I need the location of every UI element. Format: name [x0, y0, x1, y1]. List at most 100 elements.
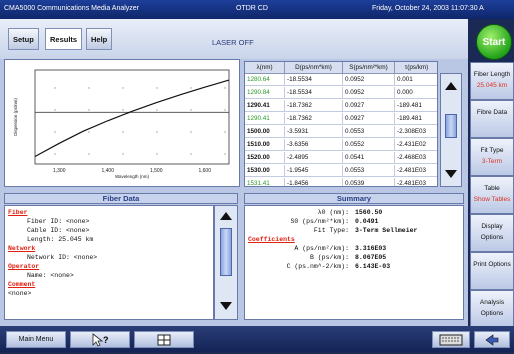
grid-button[interactable] — [134, 331, 194, 348]
summary-value: 8.067E05 — [355, 254, 387, 261]
summary-key: Fit Type: — [313, 227, 349, 234]
summary-value: 6.143E-03 — [355, 263, 391, 270]
scroll-thumb[interactable] — [445, 114, 457, 138]
table-cell[interactable]: -2.481E03 — [395, 178, 437, 186]
table-cell[interactable]: -3.6356 — [285, 139, 343, 151]
table-cell[interactable]: 1280.64 — [245, 74, 285, 86]
side-button[interactable]: Display Options — [470, 214, 514, 252]
side-button[interactable]: Fiber Length 25.045 km — [470, 62, 514, 100]
table-cell[interactable]: 0.0553 — [343, 165, 395, 177]
table-cell[interactable]: -189.481 — [395, 100, 437, 112]
grid-dot — [190, 109, 192, 111]
table-cell[interactable]: -3.5931 — [285, 126, 343, 138]
side-button[interactable]: Table Show Tables — [470, 176, 514, 214]
side-button[interactable]: Fibre Data — [470, 100, 514, 138]
side-button[interactable]: Print Options — [470, 252, 514, 290]
table-cell[interactable]: 1520.00 — [245, 152, 285, 164]
table-cell[interactable]: -2.4895 — [285, 152, 343, 164]
table-cell[interactable]: 0.0553 — [343, 126, 395, 138]
tab-results[interactable]: Results — [45, 28, 83, 50]
table-cell[interactable]: 1510.00 — [245, 139, 285, 151]
dispersion-chart: 1,300 1,400 1,500 1,600 Wavelength (nm) Dispe… — [13, 69, 230, 179]
side-button-label: Print Options — [473, 261, 511, 268]
summary-key: A (ps/nm²/km): — [294, 245, 349, 252]
table-cell[interactable]: 0.0952 — [343, 74, 395, 86]
summary-key: λ0 (nm): — [317, 209, 349, 216]
summary-key: C (ps.nm^-2/km): — [286, 263, 349, 270]
table-cell[interactable]: -18.5534 — [285, 87, 343, 99]
grid-dot — [224, 153, 226, 155]
start-button[interactable]: Start — [476, 24, 512, 60]
grid-dot — [54, 153, 56, 155]
keyboard-button[interactable] — [432, 331, 470, 348]
table-cell[interactable]: 0.000 — [395, 87, 437, 99]
table-cell[interactable]: -18.7362 — [285, 100, 343, 112]
fiber-field: Cable ID: <none> — [27, 227, 90, 234]
grid-dot — [88, 153, 90, 155]
table-cell[interactable]: 0.0541 — [343, 152, 395, 164]
grid-dot — [156, 153, 158, 155]
keyboard-icon — [439, 334, 463, 346]
table-cell[interactable]: 1500.00 — [245, 126, 285, 138]
table-cell[interactable]: 1531.41 — [245, 178, 285, 186]
section-title: Operator — [8, 263, 40, 270]
table-header: D(ps/nm*km) — [285, 62, 343, 74]
summary-key: B (ps/km): — [309, 254, 349, 261]
table-cell[interactable]: -1.8456 — [285, 178, 343, 186]
tab-help[interactable]: Help — [86, 28, 113, 50]
scroll-thumb[interactable] — [220, 228, 232, 276]
table-cell[interactable]: -2.308E03 — [395, 126, 437, 138]
table-cell[interactable]: 1530.00 — [245, 165, 285, 177]
table-cell[interactable]: -2.481E03 — [395, 165, 437, 177]
side-button-label: Analysis Options — [479, 299, 505, 317]
grid-dot — [190, 87, 192, 89]
fiber-field: <none> — [8, 290, 32, 297]
plot-area — [34, 69, 230, 165]
table-cell[interactable]: 0.0927 — [343, 100, 395, 112]
side-button[interactable]: Analysis Options — [470, 290, 514, 328]
table-cell[interactable]: 0.0539 — [343, 178, 395, 186]
grid-dot — [54, 109, 56, 111]
table-cell[interactable]: 0.0552 — [343, 139, 395, 151]
tab-setup[interactable]: Setup — [8, 28, 39, 50]
table-cell[interactable]: -18.7362 — [285, 113, 343, 125]
scroll-down-icon[interactable] — [445, 170, 457, 178]
side-button[interactable]: Fit Type 3-Term — [470, 138, 514, 176]
side-button-value: 25.045 km — [476, 82, 508, 89]
help-cursor-button[interactable]: ? — [70, 331, 130, 348]
table-cell[interactable]: 1290.41 — [245, 100, 285, 112]
table-cell[interactable]: 0.001 — [395, 74, 437, 86]
app-title: CMA5000 Communications Media Analyzer — [4, 5, 140, 12]
fiber-field: Network ID: <none> — [27, 254, 98, 261]
grid-dot — [88, 87, 90, 89]
exit-button[interactable] — [474, 331, 510, 348]
table-header: τ(ps/km) — [395, 62, 437, 74]
table-cell[interactable]: -2.431E02 — [395, 139, 437, 151]
table-cell[interactable]: -1.9545 — [285, 165, 343, 177]
grid-dot — [190, 153, 192, 155]
table-scrollbar[interactable] — [440, 73, 462, 187]
side-button-label: Display Options — [480, 223, 504, 241]
main-menu-button[interactable]: Main Menu — [6, 331, 66, 348]
table-cell[interactable]: 0.0952 — [343, 87, 395, 99]
table-cell[interactable]: -189.481 — [395, 113, 437, 125]
side-button-value: 3-Term — [481, 158, 503, 165]
table-cell[interactable]: 1290.84 — [245, 87, 285, 99]
table-cell[interactable]: -2.468E03 — [395, 152, 437, 164]
table-cell[interactable]: 0.0927 — [343, 113, 395, 125]
grid-dot — [122, 153, 124, 155]
table-cell[interactable]: 1290.41 — [245, 113, 285, 125]
grid-dot — [122, 131, 124, 133]
side-button-label: Fiber Length — [473, 71, 511, 78]
summary-panel: λ0 (nm): 1560.50 S0 (ps/nm²*km): 0.0491 Fit … — [244, 205, 464, 320]
side-button-label: Fibre Data — [476, 109, 508, 116]
fiber-data-header: Fiber Data — [4, 193, 238, 204]
scroll-up-icon[interactable] — [220, 212, 232, 220]
main-area: 1,300 1,400 1,500 1,600 Wavelength (nm) Dispe… — [0, 59, 468, 326]
scroll-down-icon[interactable] — [220, 302, 232, 310]
grid-dot — [88, 131, 90, 133]
x-tick-label: 1,500 — [150, 168, 163, 174]
table-cell[interactable]: -18.5534 — [285, 74, 343, 86]
fiber-scrollbar[interactable] — [214, 205, 238, 320]
scroll-up-icon[interactable] — [445, 82, 457, 90]
